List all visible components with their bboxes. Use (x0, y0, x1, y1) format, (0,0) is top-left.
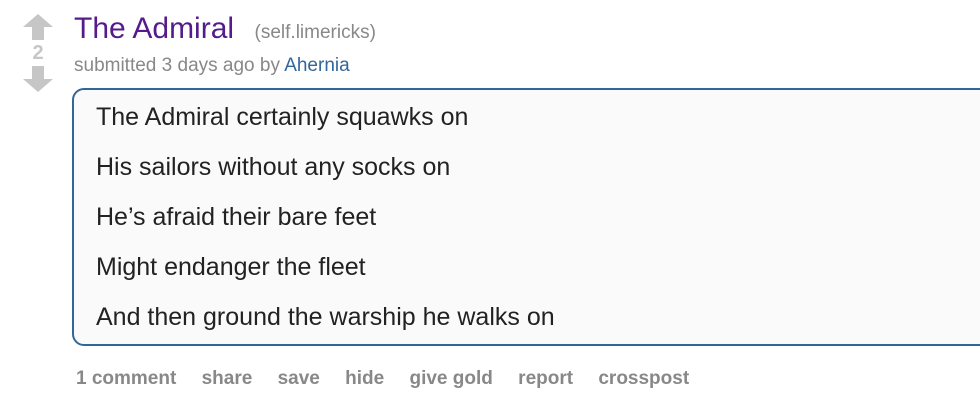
selftext-line: The Admiral certainly squawks on (96, 103, 469, 131)
comments-button[interactable]: 1 comment (76, 368, 176, 389)
selftext-line: And then ground the warship he walks on (96, 303, 555, 331)
author-link[interactable]: Ahernia (284, 55, 350, 76)
crosspost-button[interactable]: crosspost (598, 368, 689, 389)
tagline-text: submitted 3 days ago by (74, 55, 285, 76)
post-tagline: submitted 3 days ago by Ahernia (74, 55, 350, 77)
post-container: 2 The Admiral (self.limericks) submitted… (0, 0, 980, 420)
selftext-line: His sailors without any socks on (96, 153, 451, 181)
upvote-arrow-icon[interactable] (18, 14, 58, 40)
report-button[interactable]: report (518, 368, 573, 389)
post-domain-link[interactable]: (self.limericks) (255, 22, 376, 43)
share-button[interactable]: share (202, 368, 253, 389)
give-gold-button[interactable]: give gold (409, 368, 492, 389)
post-title-link[interactable]: The Admiral (74, 12, 234, 45)
title-line: The Admiral (self.limericks) (74, 12, 376, 46)
selftext-line: He’s afraid their bare feet (96, 203, 377, 231)
selftext-box: The Admiral certainly squawks on His sai… (72, 88, 980, 346)
save-button[interactable]: save (278, 368, 320, 389)
vote-score: 2 (32, 42, 44, 64)
selftext-line: Might endanger the fleet (96, 253, 366, 281)
hide-button[interactable]: hide (345, 368, 384, 389)
vote-column: 2 (18, 14, 58, 92)
post-action-buttons: 1 comment share save hide give gold repo… (76, 368, 709, 390)
downvote-arrow-icon[interactable] (18, 66, 58, 92)
